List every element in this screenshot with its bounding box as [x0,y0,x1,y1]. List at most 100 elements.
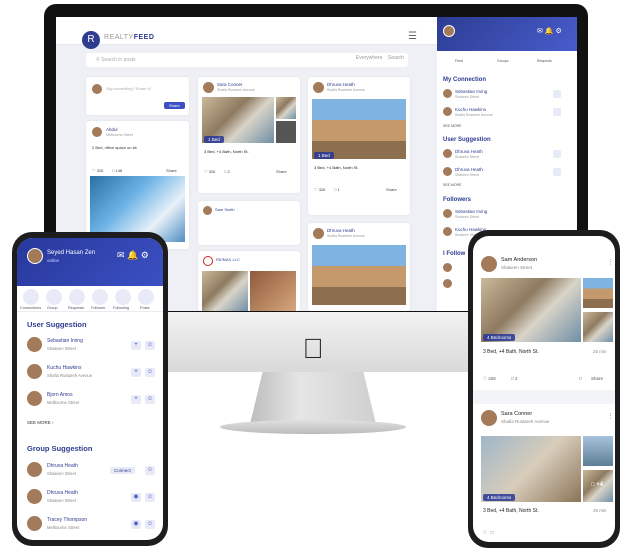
post-thumb[interactable] [583,436,613,466]
post-comments[interactable]: □ 148 [112,168,122,173]
post-author[interactable]: Sara Conner [217,82,243,87]
post-photo[interactable] [312,245,406,305]
post-location: Shafia Rustareh Avenue [217,88,255,92]
user-name[interactable]: Sebastian Irving [47,338,83,344]
see-more-link[interactable]: SEE MORE [443,183,461,187]
post-likes[interactable]: ♡ 326 [92,168,103,173]
post-author[interactable]: Sam Anderson [501,257,537,263]
comment-author[interactable]: Sam Smith [215,207,235,212]
user-icon[interactable]: ☺ [145,520,155,529]
group-name[interactable]: Dhruva Heath [47,463,78,469]
user-icon[interactable]: ☺ [145,493,155,502]
user-icon[interactable]: ☺ [145,368,155,377]
message-icon[interactable] [553,108,561,116]
connections-icon[interactable] [23,289,39,305]
tab-posts[interactable]: Posts [140,306,150,310]
see-more-link[interactable]: SEE MORE [443,124,461,128]
posts-icon[interactable] [138,289,154,305]
add-user-icon[interactable] [553,150,561,158]
connect-button[interactable]: Connect [110,467,135,474]
post-thumb[interactable] [276,121,296,143]
post-author[interactable]: Abdul [106,127,118,132]
chat-bell-gear-icons[interactable]: ✉ 🔔 ⚙ [117,250,149,261]
agency-name[interactable]: RE/MAX LLC [216,257,240,262]
post-comments[interactable]: □ 2 [224,169,230,174]
composer-input[interactable]: Say something? Share it! [106,86,151,91]
feed-post: Abdul Melbourne Street 2 Bed, office spa… [86,121,189,249]
follower-icon[interactable] [92,289,108,305]
post-photo[interactable] [481,278,581,342]
notification-icons[interactable]: ✉ 🔔 ⚙ [537,27,562,35]
view-icon[interactable]: ◉ [131,520,141,529]
message-icon[interactable] [553,90,561,98]
post-photo[interactable] [312,99,406,159]
composer-share-button[interactable]: Share [164,102,185,109]
feed-post: Dhruva Heath Shafia Rustareh Avenue [308,223,410,311]
post-author[interactable]: Dhruva Heath [327,228,355,233]
sidebar-tab-requests[interactable]: Requests [537,59,552,63]
post-likes[interactable]: ♡ 326 [204,169,215,174]
post-location: Shafia Rustareh Avenue [327,88,365,92]
add-user-icon[interactable]: + [131,395,141,404]
user-suggestion-title: User Suggestion [27,320,87,329]
group-name[interactable]: Tracey Thompson [47,517,87,523]
user-icon[interactable]: ☺ [145,341,155,350]
post-photo[interactable] [250,271,296,311]
post-photo[interactable] [481,436,581,502]
post-photo[interactable] [202,271,248,311]
tab-connections[interactable]: Connections [20,306,41,310]
post-title: 3 Bed, +4 Bath, North St. [204,149,249,154]
avatar [313,228,324,239]
suggestion-name[interactable]: Dhruva Heath [455,149,483,154]
add-user-icon[interactable]: + [131,341,141,350]
tab-following[interactable]: Following [113,306,129,310]
brand-logo-icon[interactable]: R [82,31,100,49]
tab-follower[interactable]: Follower [91,306,105,310]
user-avatar[interactable] [27,248,43,264]
post-share-button[interactable]: Share [386,187,397,192]
post-author[interactable]: Dhruva Heath [327,82,355,87]
post-likes[interactable]: ♡ 326 [483,376,496,382]
post-share-button[interactable]: Share [166,168,177,173]
sidebar-tab-groups[interactable]: Groups [497,59,508,63]
post-thumb[interactable] [583,312,613,342]
user-avatar[interactable] [443,25,455,37]
see-more-link[interactable]: SEE MORE › [27,420,54,425]
connection-name[interactable]: Kuchu Hawkins [455,107,486,112]
user-icon[interactable]: ☺ [145,395,155,404]
user-name[interactable]: Bjorn Amos [47,392,73,398]
post-comments[interactable]: □ 1 [334,187,340,192]
add-user-icon[interactable]: + [131,368,141,377]
search-button[interactable]: Search [388,55,404,61]
post-author[interactable]: Sara Conner [501,411,532,417]
tab-group[interactable]: Group [47,306,58,310]
requests-icon[interactable] [69,289,85,305]
post-thumb[interactable] [583,278,613,308]
following-icon[interactable] [115,289,131,305]
sidebar-tab-feed[interactable]: Feed [455,59,463,63]
suggestion-name[interactable]: Dhruva Heath [455,167,483,172]
monitor-stand [250,372,376,424]
post-share-button[interactable]: Share [591,376,603,381]
connection-name[interactable]: Sebastian Irving [455,89,487,94]
group-name[interactable]: Dhruva Heath [47,490,78,496]
brand-name: REALTYFEED [104,34,155,41]
search-scope-select[interactable]: Everywhere [356,55,382,61]
view-icon[interactable]: ◉ [131,493,141,502]
group-icon[interactable] [46,289,62,305]
tab-requests[interactable]: Requests [68,306,84,310]
post-menu-icon[interactable]: ⋮ [607,412,614,420]
hamburger-menu-icon[interactable]: ☰ [408,31,417,42]
post-actions[interactable]: ♡ □ [483,530,494,536]
add-user-icon[interactable] [553,168,561,176]
more-photos-count[interactable]: □ +4 [591,482,603,488]
post-menu-icon[interactable]: ⋮ [607,258,614,266]
user-icon[interactable]: ☺ [145,466,155,475]
post-share-button[interactable]: Share [276,169,287,174]
user-name[interactable]: Kuchu Hawkins [47,365,81,371]
bookmark-icon[interactable]: □ [579,376,582,381]
post-likes[interactable]: ♡ 326 [314,187,325,192]
post-comments[interactable]: □ 2 [511,376,517,381]
post-thumb[interactable] [276,97,296,119]
follower-name[interactable]: Sebastian Irving [455,209,487,214]
